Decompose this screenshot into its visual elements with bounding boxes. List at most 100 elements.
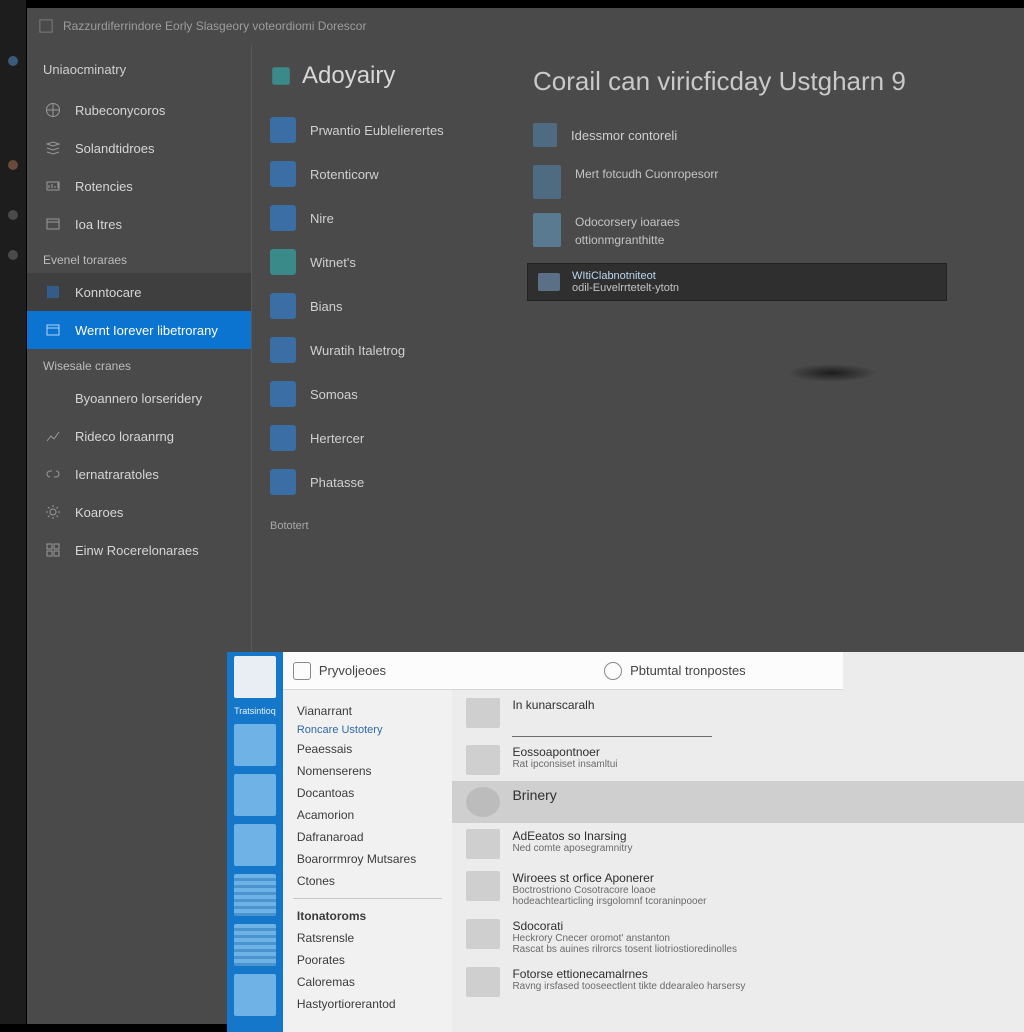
start-list-item[interactable]: Ratsrensle	[283, 927, 453, 949]
tile-icon	[270, 205, 296, 231]
result-detail: hodeachtearticling irsgolomnf tcoraninpo…	[512, 896, 706, 907]
mid-item[interactable]: Bians	[252, 284, 507, 328]
start-list-item[interactable]: Hastyortiorerantod	[283, 993, 453, 1015]
start-list-item[interactable]: Acamorion	[283, 804, 453, 826]
result-row[interactable]: Sdocorati Heckrory Cnecer oromot' anstan…	[452, 913, 1024, 961]
sidebar-item[interactable]: Rideco loraanrng	[27, 417, 251, 455]
start-header-right[interactable]: Pbtumtal tronpostes	[630, 663, 746, 678]
result-title: In kunarscaralh	[512, 698, 594, 712]
sidebar-item-selected[interactable]: Wernt Iorever libetrorany	[27, 311, 251, 349]
sidebar-item-label: Ioa Itres	[75, 217, 122, 232]
tile-icon	[270, 249, 296, 275]
start-list-item[interactable]: Dafranaroad	[283, 826, 453, 848]
start-list-item[interactable]: Boarorrmroy Mutsares	[283, 848, 453, 870]
tile-icon	[270, 381, 296, 407]
tile-icon	[270, 425, 296, 451]
sidebar-section-label: Wisesale cranes	[27, 349, 251, 379]
sidebar-item-label: Rideco loraanrng	[75, 429, 174, 444]
result-row[interactable]: Eossoapontnoer Rat ipconsiset insamltui	[452, 739, 1024, 781]
result-separator	[512, 736, 712, 737]
result-row[interactable]: AdEeatos so Inarsing Ned comte aposegram…	[452, 823, 1024, 865]
start-header-left[interactable]: Pryvoljeoes	[319, 663, 386, 678]
mid-item[interactable]: Somoas	[252, 372, 507, 416]
rail-tile[interactable]	[234, 724, 276, 766]
sidebar-item[interactable]: Rotencies	[27, 167, 251, 205]
start-panel: Tratsintioq Pryvoljeoes Pbtumtal tronpos…	[227, 652, 1024, 1032]
mid-item[interactable]: Phatasse	[252, 460, 507, 504]
sidebar-item[interactable]: Solandtidroes	[27, 129, 251, 167]
mid-item[interactable]: Hertercer	[252, 416, 507, 460]
sidebar-item[interactable]: Ioa Itres	[27, 205, 251, 243]
rail-tile[interactable]	[234, 974, 276, 1016]
content-block[interactable]: Mert fotcudh Cuonropesorr	[533, 165, 1004, 199]
rail-tile[interactable]	[234, 774, 276, 816]
content-block-line: Odocorsery ioaraes	[575, 213, 680, 231]
content-popup[interactable]: WItiClabnotniteot odil-Euvelrrtetelt-yto…	[527, 263, 947, 301]
result-row[interactable]: Wiroees st orfice Aponerer Boctrostriono…	[452, 865, 1024, 913]
sidebar-item[interactable]: Iernatraratoles	[27, 455, 251, 493]
mid-item[interactable]: Nire	[252, 196, 507, 240]
content-block-text: Mert fotcudh Cuonropesorr	[575, 165, 718, 199]
list-divider	[293, 898, 443, 899]
rail-tile[interactable]	[234, 874, 276, 916]
start-list-item[interactable]: Ctones	[283, 870, 453, 892]
start-list-item[interactable]: Peaessais	[283, 738, 453, 760]
result-subtitle: Boctrostriono Cosotracore loaoe	[512, 885, 706, 896]
start-header: Pryvoljeoes Pbtumtal tronpostes	[283, 652, 843, 690]
start-list: Pryvoljeoes Pbtumtal tronpostes Vianarra…	[283, 652, 453, 1032]
mid-item[interactable]: Rotenticorw	[252, 152, 507, 196]
result-thumb-icon	[466, 967, 500, 997]
mid-item[interactable]: Witnet's	[252, 240, 507, 284]
sidebar-item-label: Einw Rocerelonaraes	[75, 543, 199, 558]
start-list-subitem[interactable]: Roncare Ustotery	[283, 722, 453, 738]
content-block-line: Mert fotcudh Cuonropesorr	[575, 165, 718, 183]
sidebar-item[interactable]: Einw Rocerelonaraes	[27, 531, 251, 569]
mid-item-label: Somoas	[310, 387, 358, 402]
result-row[interactable]: In kunarscaralh	[452, 692, 1024, 734]
chart-icon	[43, 426, 63, 446]
sidebar-item-label: Iernatraratoles	[75, 467, 159, 482]
grid-icon	[43, 540, 63, 560]
rail-tile-selected[interactable]	[234, 656, 276, 698]
start-list-item[interactable]: Vianarrant	[283, 700, 453, 722]
content-pane: Corail can viricficday Ustgharn 9 Idessm…	[507, 44, 1024, 680]
results-pane: In kunarscaralh Eossoapontnoer Rat ipcon…	[452, 652, 1024, 1032]
result-subtitle: Ned comte aposegramnitry	[512, 843, 632, 854]
thumb-icon	[533, 213, 561, 247]
mid-item[interactable]: Wuratih Italetrog	[252, 328, 507, 372]
content-row-label: Idessmor contoreli	[571, 128, 677, 143]
rail-tile[interactable]	[234, 824, 276, 866]
sidebar-item-label: Konntocare	[75, 285, 142, 300]
start-list-item[interactable]: Caloremas	[283, 971, 453, 993]
clock-icon	[604, 662, 622, 680]
tile-icon	[270, 293, 296, 319]
result-thumb-icon	[466, 745, 500, 775]
content-block[interactable]: Odocorsery ioaraes ottionmgranthitte	[533, 213, 1004, 249]
result-row-selected[interactable]: Brinery	[452, 781, 1024, 823]
start-list-item[interactable]: Poorates	[283, 949, 453, 971]
sidebar-item-label: Byoannero lorseridery	[75, 391, 202, 406]
content-row[interactable]: Idessmor contoreli	[533, 123, 1004, 147]
result-row[interactable]: Fotorse ettionecamalrnes Ravng irsfased …	[452, 961, 1024, 1003]
mid-item-label: Hertercer	[310, 431, 364, 446]
start-list-item[interactable]: Itonatoroms	[283, 905, 453, 927]
mid-item-label: Phatasse	[310, 475, 364, 490]
sidebar-item[interactable]: Rubeconycoros	[27, 91, 251, 129]
start-list-item[interactable]: Nomenserens	[283, 760, 453, 782]
os-dot-icon	[8, 160, 18, 170]
result-title: Brinery	[512, 787, 556, 803]
blank-icon	[43, 388, 63, 408]
middle-title-text: Adoyairy	[302, 62, 395, 90]
app-window: Razzurdiferrindore Eorly Slasgeory voteo…	[27, 8, 1024, 1024]
sidebar-item-label: Wernt Iorever libetrorany	[75, 323, 218, 338]
page-heading: Corail can viricficday Ustgharn 9	[533, 66, 1004, 97]
sidebar-item[interactable]: Konntocare	[27, 273, 251, 311]
sidebar-item[interactable]: Byoannero lorseridery	[27, 379, 251, 417]
tile-icon	[270, 161, 296, 187]
start-list-item[interactable]: Docantoas	[283, 782, 453, 804]
gear-icon	[43, 502, 63, 522]
result-thumb-icon	[466, 698, 500, 728]
mid-item[interactable]: Prwantio Eublelierertes	[252, 108, 507, 152]
rail-tile[interactable]	[234, 924, 276, 966]
sidebar-item[interactable]: Koaroes	[27, 493, 251, 531]
